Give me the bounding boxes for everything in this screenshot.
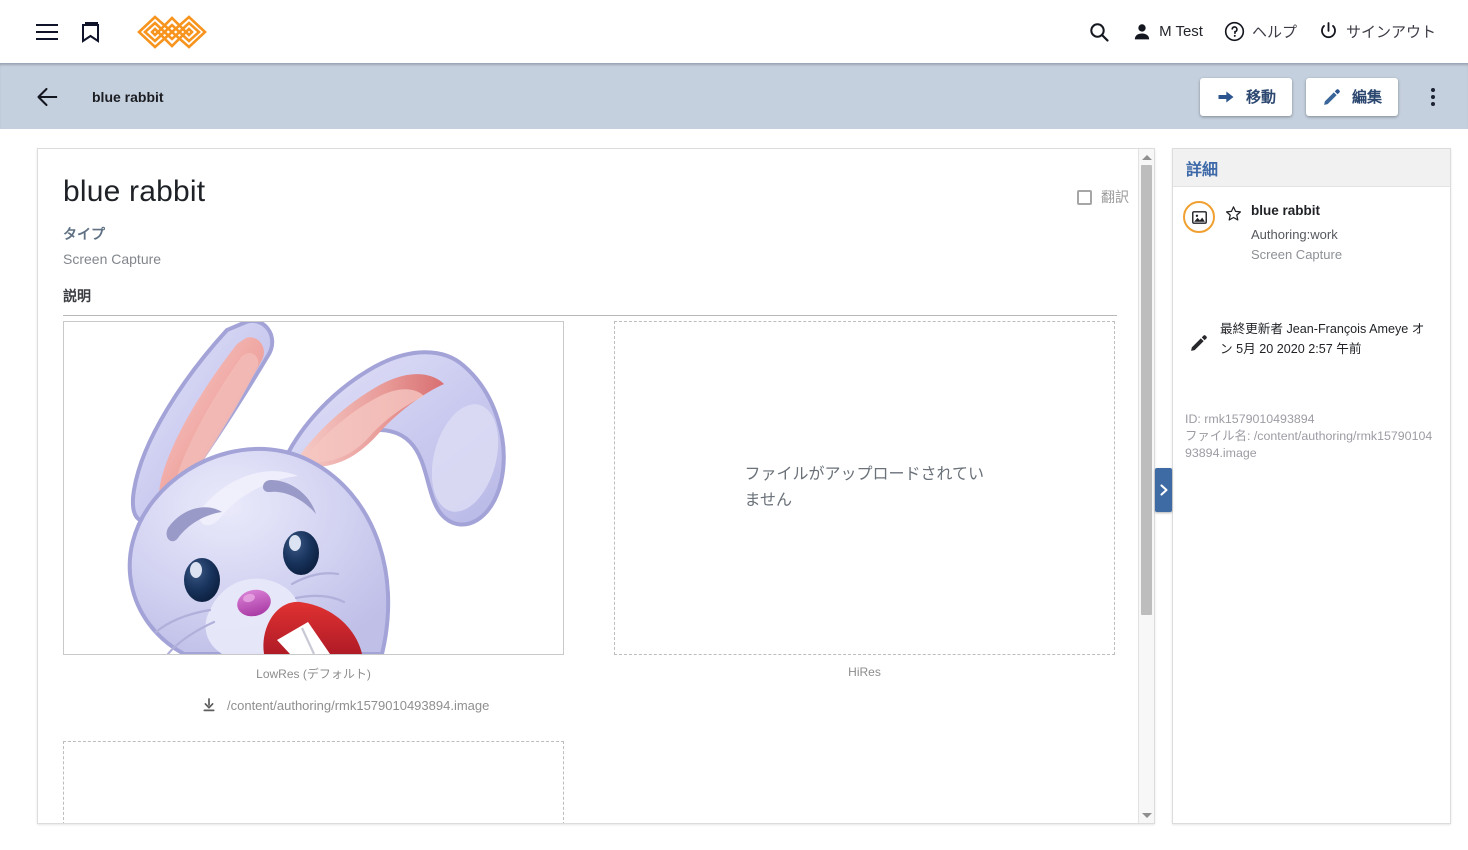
modified-pencil-icon-wrap [1187, 319, 1211, 359]
details-panel-toggle[interactable] [1155, 468, 1172, 512]
scroll-up-arrow-icon[interactable] [1139, 150, 1154, 164]
person-icon [1131, 21, 1153, 43]
arrow-forward-icon [1216, 87, 1236, 107]
collections-bookmark-button[interactable] [69, 10, 113, 54]
collections-bookmark-icon [79, 20, 103, 44]
hires-empty-message: ファイルがアップロードされていません [744, 466, 985, 509]
rendition-hires-caption: HiRes [848, 665, 881, 679]
additional-dropzone[interactable] [63, 741, 564, 823]
details-asset-type: Screen Capture [1251, 247, 1343, 262]
details-meta-block: ID: rmk1579010493894 ファイル名: /content/aut… [1173, 359, 1450, 462]
translate-checkbox[interactable]: 翻訳 [1077, 187, 1129, 207]
more-options-button[interactable] [1416, 80, 1450, 114]
details-asset-path: Authoring:work [1251, 227, 1338, 242]
favorite-star-button[interactable] [1225, 205, 1242, 265]
app-header-right: M Test ヘルプ サインアウト [1077, 10, 1468, 54]
asset-avatar [1183, 201, 1215, 233]
rendition-hires-dropzone[interactable]: ファイルがアップロードされていません [614, 321, 1115, 655]
download-icon [201, 697, 217, 713]
details-filename-line: ファイル名: /content/authoring/rmk15790104938… [1185, 429, 1433, 460]
translate-label: 翻訳 [1101, 189, 1129, 205]
page-title: blue rabbit [63, 175, 206, 208]
checkbox-box [1077, 189, 1092, 205]
details-asset-item[interactable]: blue rabbit Authoring:work Screen Captur… [1173, 187, 1450, 265]
pencil-icon [1189, 333, 1209, 353]
details-id-line: ID: rmk1579010493894 [1185, 412, 1315, 426]
toolbar-actions: 移動 編集 [1199, 77, 1468, 116]
details-panel-title: 詳細 [1186, 161, 1219, 179]
description-section-header: 説明 [63, 286, 1117, 316]
move-button[interactable]: 移動 [1199, 77, 1292, 116]
signout-button[interactable]: サインアウト [1307, 14, 1446, 49]
rendition-lowres-caption: LowRes (デフォルト) [256, 667, 371, 681]
hamburger-menu-icon [36, 23, 58, 40]
move-button-label: 移動 [1245, 89, 1276, 106]
power-icon [1317, 20, 1340, 43]
arrow-back-icon [35, 84, 61, 110]
app-header: M Test ヘルプ サインアウト [0, 0, 1468, 63]
more-vert-icon [1431, 87, 1435, 92]
brand-logo-icon [133, 13, 211, 51]
page-body: blue rabbit 翻訳 タイプ Screen Capture 説明 Low… [0, 129, 1468, 850]
image-thumbnail-icon [1191, 209, 1208, 226]
type-label: タイプ [63, 226, 105, 242]
help-label: ヘルプ [1251, 24, 1297, 41]
search-icon [1087, 20, 1111, 44]
scrollbar-thumb[interactable] [1141, 165, 1152, 615]
download-file-label: /content/authoring/rmk1579010493894.imag… [227, 697, 490, 713]
back-button[interactable] [24, 73, 72, 121]
user-account-label: M Test [1159, 23, 1203, 40]
star-outline-icon [1225, 205, 1242, 222]
details-modified-row: 最終更新者 Jean-François Ameye オン 5月 20 2020 … [1173, 265, 1450, 359]
help-button[interactable]: ヘルプ [1213, 14, 1307, 49]
more-vert-icon [1431, 101, 1435, 106]
context-toolbar: blue rabbit 移動 編集 [0, 63, 1468, 129]
search-button[interactable] [1077, 10, 1121, 54]
details-modified-text: 最終更新者 Jean-François Ameye オン 5月 20 2020 … [1220, 322, 1425, 356]
asset-detail-content: blue rabbit 翻訳 タイプ Screen Capture 説明 Low… [38, 149, 1154, 823]
app-header-left [0, 10, 211, 54]
chevron-right-icon [1158, 483, 1170, 497]
details-panel: 詳細 blue rabbit Authoring:work Screen Cap… [1172, 148, 1451, 824]
signout-label: サインアウト [1345, 24, 1436, 41]
more-vert-icon [1431, 94, 1435, 99]
toolbar-title: blue rabbit [92, 88, 164, 105]
brand-logo-button[interactable] [133, 13, 211, 51]
details-asset-title: blue rabbit [1251, 203, 1321, 218]
details-panel-header: 詳細 [1173, 149, 1450, 187]
scroll-down-arrow-icon[interactable] [1139, 808, 1154, 822]
blue-rabbit-illustration [64, 322, 563, 654]
hamburger-menu-button[interactable] [25, 10, 69, 54]
edit-button-label: 編集 [1351, 89, 1382, 106]
details-asset-text: blue rabbit Authoring:work Screen Captur… [1251, 201, 1342, 265]
edit-button[interactable]: 編集 [1305, 77, 1398, 116]
asset-detail-card: blue rabbit 翻訳 タイプ Screen Capture 説明 Low… [37, 148, 1155, 824]
user-account-button[interactable]: M Test [1121, 15, 1213, 49]
pencil-icon [1322, 87, 1342, 107]
type-value: Screen Capture [63, 251, 162, 267]
main-scrollbar[interactable] [1138, 149, 1154, 823]
help-circle-icon [1223, 20, 1246, 43]
rendition-lowres-preview[interactable] [63, 321, 564, 655]
download-file-link[interactable]: /content/authoring/rmk1579010493894.imag… [201, 697, 489, 713]
